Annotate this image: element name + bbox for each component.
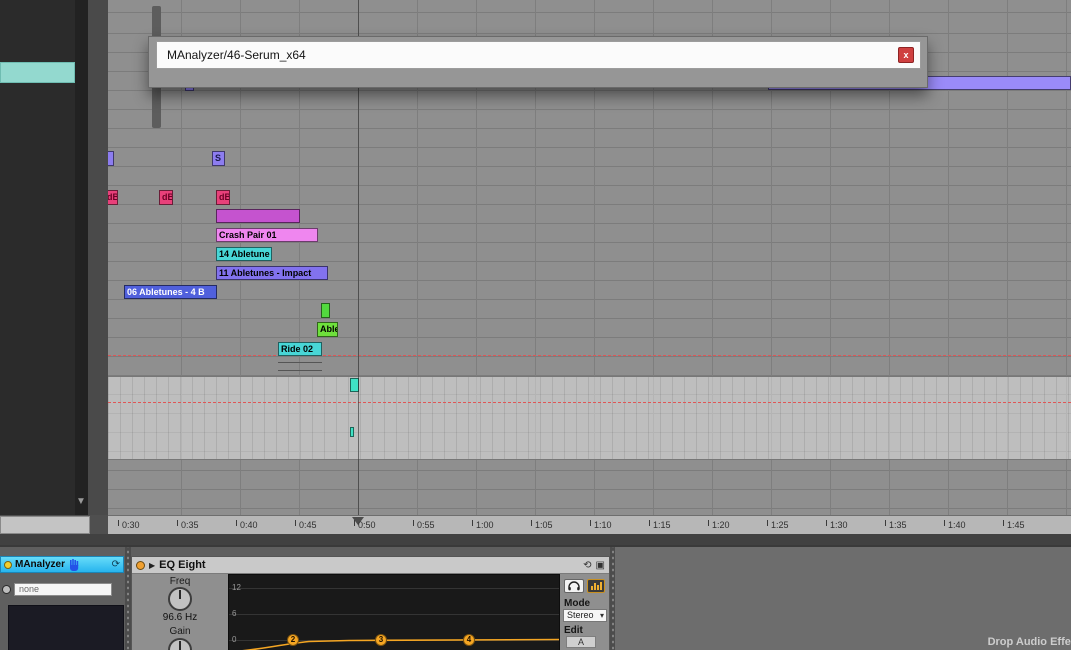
time-label: 1:20 [708,520,730,530]
plugin-floating-window[interactable]: MAnalyzer/46-Serum_x64 x [148,36,928,88]
hand-icon [70,558,79,571]
clip-ride-02[interactable]: Ride 02 [278,342,322,356]
mode-label: Mode [564,598,591,609]
time-label: 0:55 [413,520,435,530]
eq-graph[interactable]: 12 6 0 2 3 4 [228,574,560,650]
manalyzer-plugin-panel[interactable] [8,605,124,650]
time-label: 0:50 [354,520,376,530]
eq-parameter-column: Freq 96.6 Hz Gain [132,574,228,650]
freq-label: Freq [169,576,191,587]
hot-swap-icon[interactable]: ⟳ [112,559,120,570]
fade-line [278,370,322,371]
automation-line-red [108,355,1071,356]
spectrum-toggle-button[interactable] [587,579,605,593]
scroll-down-arrow-icon[interactable]: ▼ [76,496,86,507]
time-label: 1:00 [472,520,494,530]
browser-sidebar[interactable]: ▼ [0,0,161,515]
clip-06-abletunes-4-b[interactable]: 06 Abletunes - 4 B [124,285,217,299]
freq-value[interactable]: 96.6 Hz [132,612,228,623]
audition-button[interactable] [564,579,584,593]
device-activator-led[interactable] [4,560,12,569]
time-label: 1:10 [590,520,612,530]
manalyzer-title: MAnalyzer [15,559,66,570]
browser-selected-item[interactable] [0,62,75,83]
db-axis-label: 6 [232,609,237,618]
clip-12[interactable] [321,303,330,318]
time-label: 1:35 [885,520,907,530]
ruler-bottom-strip [0,534,1071,545]
close-icon[interactable]: x [898,47,914,63]
eq-filter-node-3[interactable]: 3 [375,634,387,646]
time-label: 0:30 [118,520,140,530]
timeline-ruler[interactable]: 0:30 0:35 0:40 0:45 0:50 0:55 1:00 1:05 1:10 1:15… [108,515,1071,534]
clip-db[interactable]: dB [159,190,173,205]
device-eq-eight[interactable]: ▶ EQ Eight ⟲ ▣ Freq 96.6 Hz Gain 12 6 0 … [131,556,610,650]
db-axis-label: 12 [232,583,241,592]
time-label: 1:15 [649,520,671,530]
db-axis-label: 0 [232,635,237,644]
time-label: 1:25 [767,520,789,530]
clip-11-abletunes-impact[interactable]: 11 Abletunes - Impact [216,266,328,280]
time-label: 0:45 [295,520,317,530]
eq-curve [242,638,559,650]
time-label: 1:45 [1003,520,1025,530]
eq-right-column: Mode Stereo Edit A [560,574,609,650]
time-label: 0:40 [236,520,258,530]
time-label: 1:40 [944,520,966,530]
clip-14-abletune[interactable]: 14 Abletune [216,247,272,261]
gain-knob[interactable] [168,638,192,650]
track-header-gap [88,0,108,515]
device-activator-led[interactable] [136,560,145,570]
mode-dropdown[interactable]: Stereo [563,609,607,622]
time-label: 1:05 [531,520,553,530]
gain-label: Gain [169,626,191,637]
automation-line-red [108,402,1071,403]
time-label: 0:35 [177,520,199,530]
edit-label: Edit [564,625,583,636]
freq-knob[interactable] [168,587,192,611]
hot-swap-icon[interactable]: ⟲ [583,560,591,571]
edit-ab-button[interactable]: A [566,636,596,648]
horizontal-scroll-corner[interactable] [0,516,90,534]
headphones-icon [568,581,580,591]
selected-track-lane[interactable] [108,376,1071,460]
ableton-live-window: 1 31-AudioSdBdBdBCrash Pair 0114 Abletun… [0,0,1071,650]
eq-filter-node-4[interactable]: 4 [463,634,475,646]
clip-crash-pair-01[interactable]: Crash Pair 01 [216,228,318,242]
time-label: 1:30 [826,520,848,530]
clip-db[interactable]: dB [216,190,230,205]
plugin-window-titlebar[interactable]: MAnalyzer/46-Serum_x64 x [156,41,921,69]
drop-zone-text: Drop Audio Effec [987,636,1071,648]
clip-16[interactable] [350,427,354,437]
save-preset-icon[interactable]: ▣ [596,560,605,571]
fold-triangle-icon[interactable]: ▶ [149,561,155,570]
routing-dropdown[interactable]: none [14,583,112,596]
clip-able[interactable]: Able [317,322,338,337]
plugin-window-title: MAnalyzer/46-Serum_x64 [167,48,306,62]
device-drop-zone[interactable]: Drop Audio Effec [615,547,1071,650]
browser-scrollbar-track[interactable] [75,0,161,515]
fade-line [278,362,322,363]
sidechain-toggle-icon[interactable] [2,585,11,594]
manalyzer-titlebar[interactable]: MAnalyzer ⟳ [0,556,124,573]
eq-eight-titlebar[interactable]: ▶ EQ Eight ⟲ ▣ [132,557,609,574]
device-chain-panel: MAnalyzer ⟳ none ▶ EQ Eight ⟲ ▣ Freq 96.… [0,545,1071,650]
eq-filter-node-2[interactable]: 2 [287,634,299,646]
clip-7[interactable] [216,209,300,223]
device-manalyzer[interactable]: MAnalyzer ⟳ none [0,556,124,650]
clip-s[interactable]: S [212,151,225,166]
eq-eight-title: EQ Eight [159,559,206,571]
